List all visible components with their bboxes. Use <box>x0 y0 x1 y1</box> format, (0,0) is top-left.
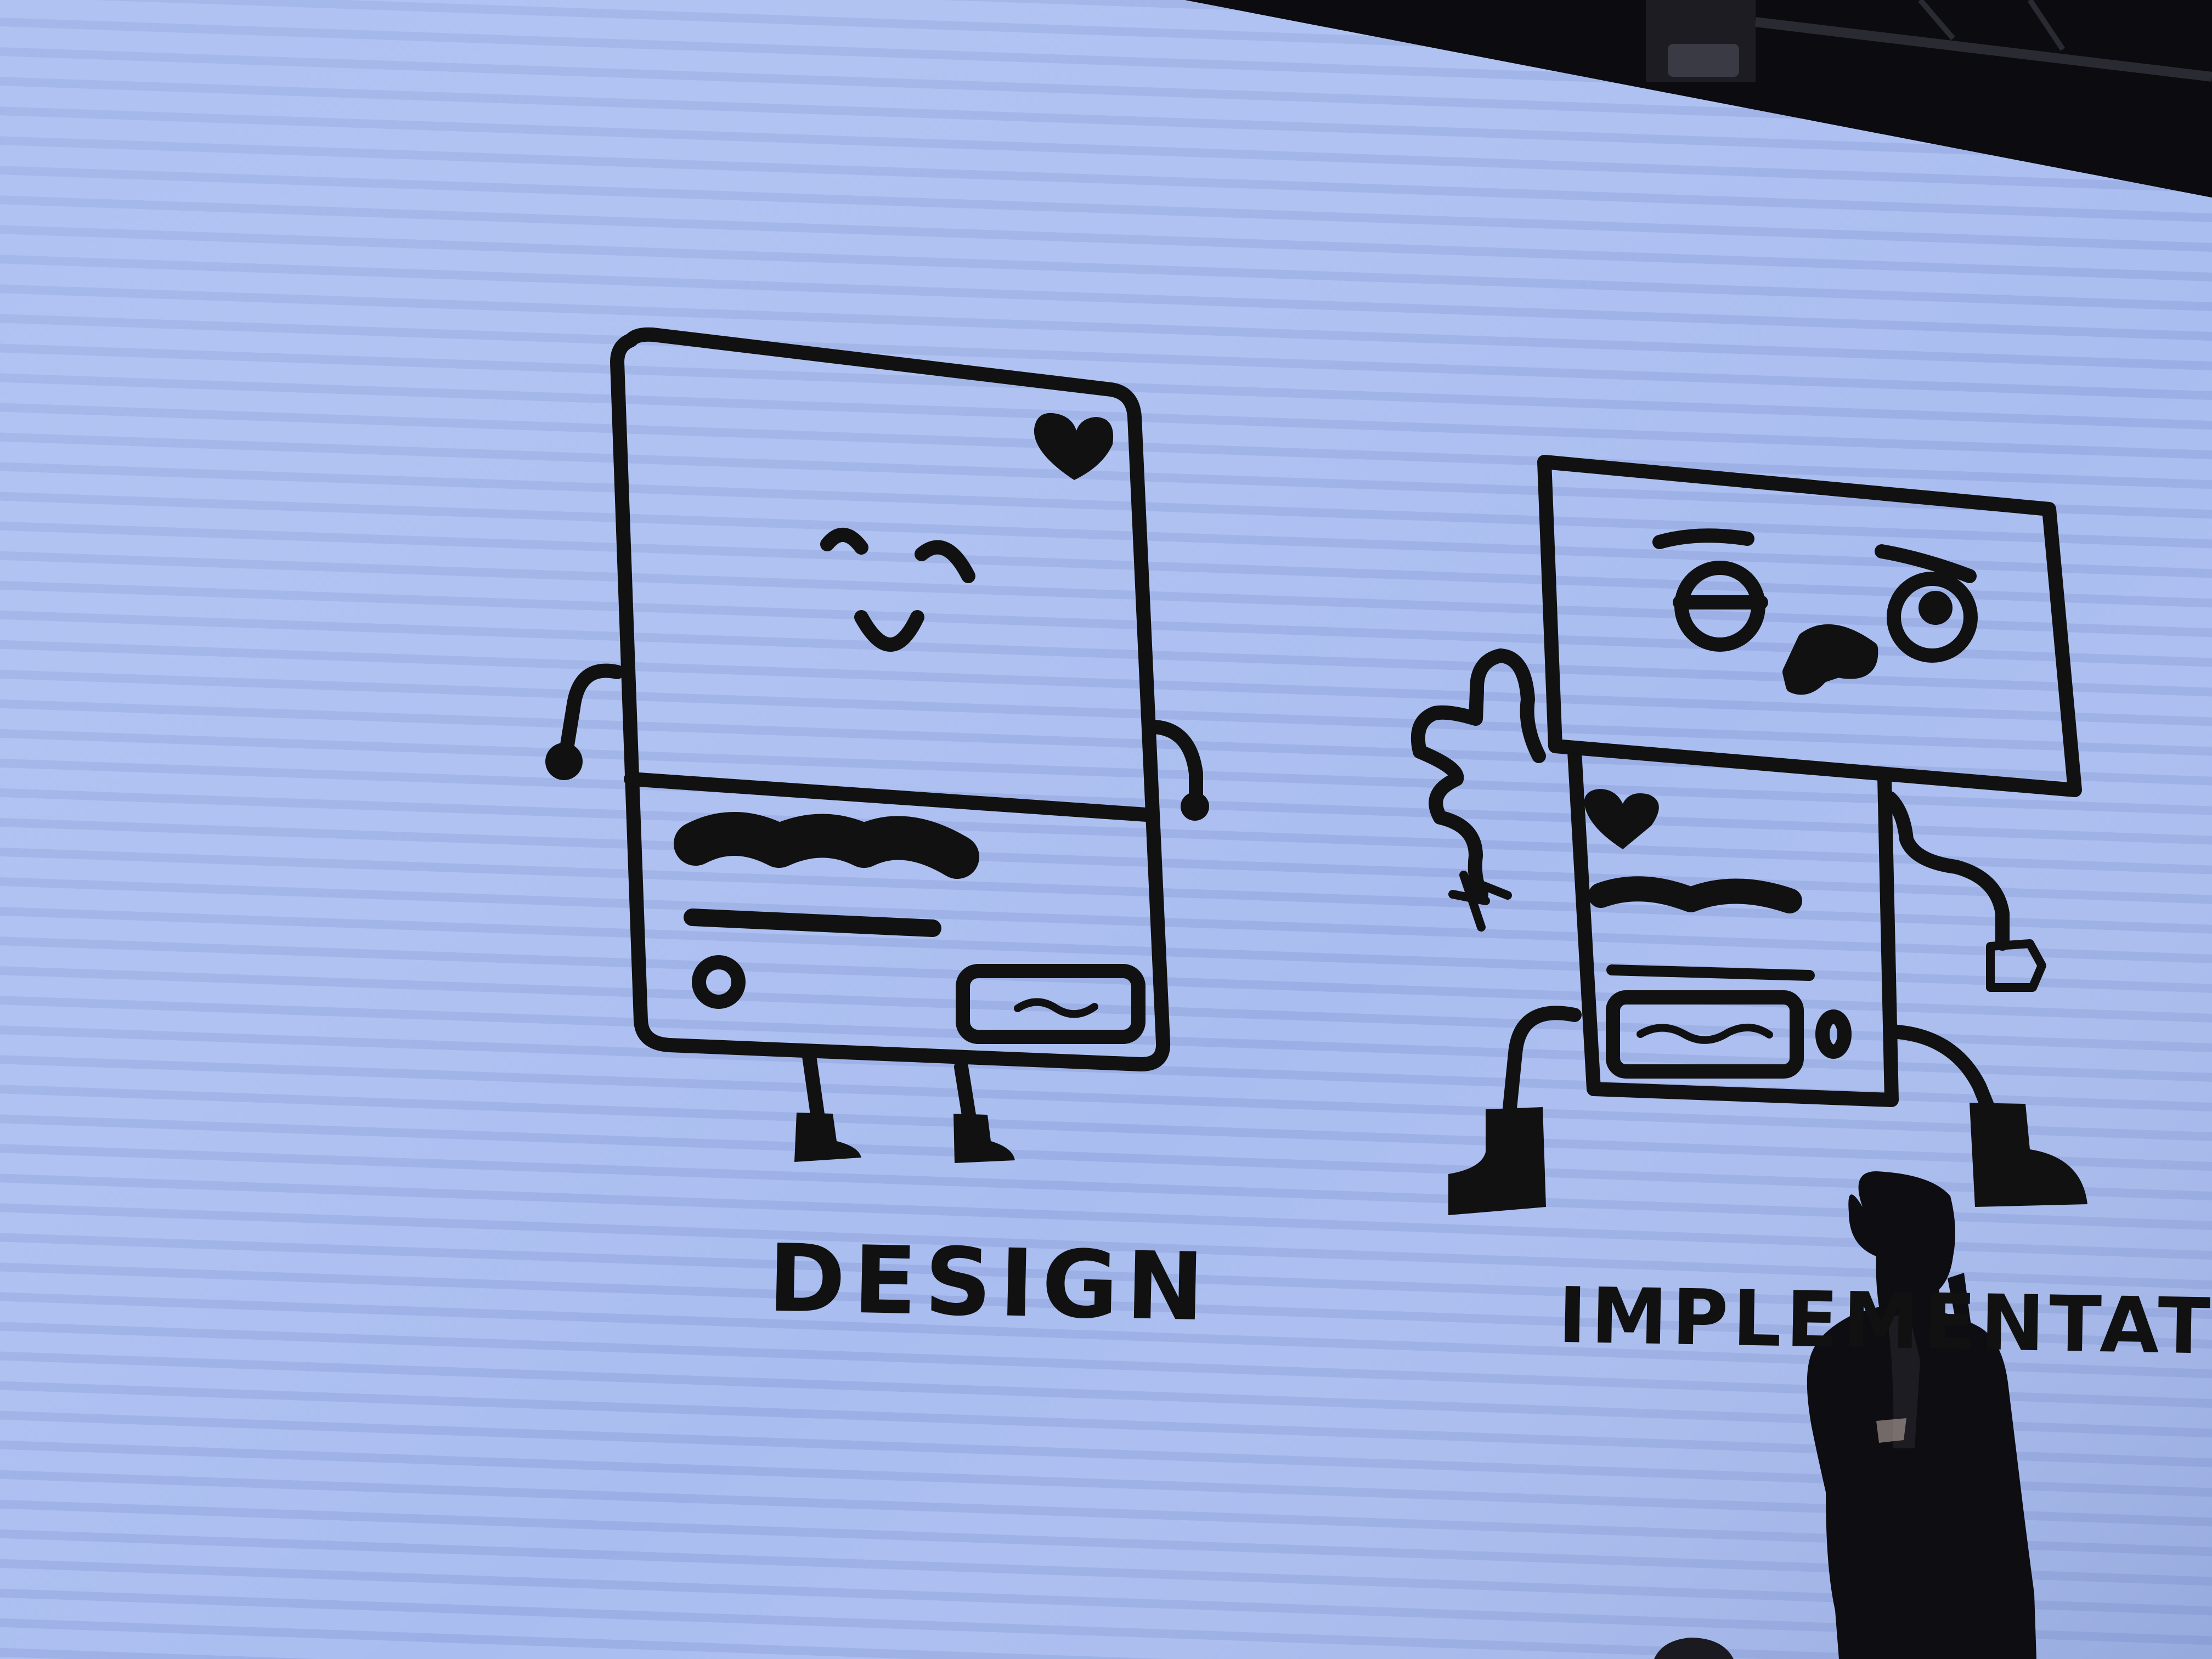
stage-scene <box>0 0 2212 1659</box>
implementation-caption: IMPLEMENTATION <box>1557 1271 2212 1375</box>
design-caption: DESIGN <box>767 1224 1213 1342</box>
